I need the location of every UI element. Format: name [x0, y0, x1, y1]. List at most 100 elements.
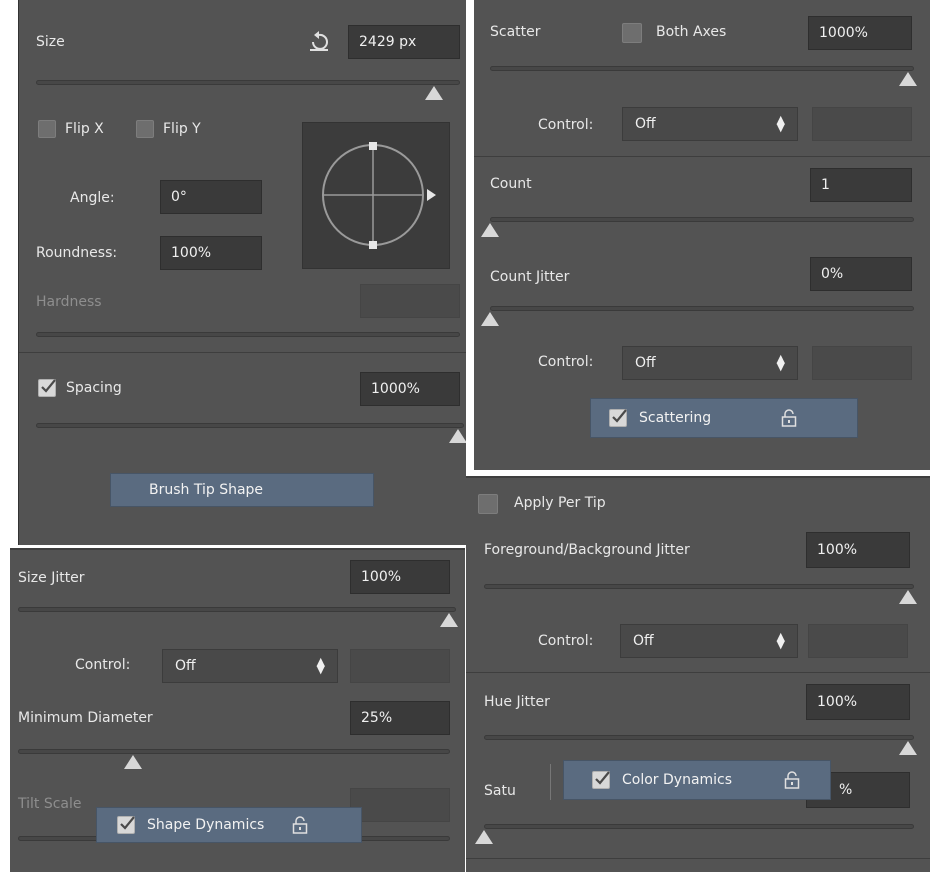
- shape-dynamics-checkbox[interactable]: [117, 816, 135, 834]
- updown-arrows-icon: ▲ ▼: [776, 352, 785, 373]
- hue-jitter-label: Hue Jitter: [484, 694, 550, 710]
- check-icon: [612, 409, 627, 423]
- apply-per-tip-checkbox[interactable]: [478, 494, 498, 514]
- size-jitter-slider-track[interactable]: [18, 607, 456, 612]
- lock-icon[interactable]: [781, 409, 797, 427]
- count-jitter-field[interactable]: 0%: [810, 257, 912, 291]
- size-field[interactable]: 2429 px: [348, 25, 460, 59]
- spacing-field[interactable]: 1000%: [360, 372, 460, 406]
- brush-tip-shape-tag[interactable]: Brush Tip Shape: [110, 473, 374, 507]
- color-dynamics-tag-label: Color Dynamics: [622, 772, 733, 788]
- check-icon: [120, 816, 135, 830]
- size-jitter-field[interactable]: 100%: [350, 560, 450, 594]
- shape-dynamics-tag-label: Shape Dynamics: [147, 817, 265, 833]
- saturation-slider-thumb[interactable]: [475, 830, 493, 844]
- count-control-select[interactable]: Off ▲ ▼: [622, 346, 798, 380]
- tilt-scale-field: [350, 788, 450, 822]
- left-edge: [18, 0, 19, 545]
- scattering-checkbox[interactable]: [609, 409, 627, 427]
- updown-arrows-icon: ▲ ▼: [316, 655, 325, 676]
- count-jitter-label: Count Jitter: [490, 269, 570, 285]
- color-dynamics-checkbox[interactable]: [592, 771, 610, 789]
- brush-tip-shape-tag-label: Brush Tip Shape: [149, 482, 264, 498]
- hardness-label: Hardness: [36, 294, 102, 310]
- spacing-checkbox[interactable]: [38, 379, 56, 397]
- saturation-slider-track[interactable]: [484, 824, 914, 829]
- count-label: Count: [490, 176, 532, 192]
- count-control-extra-field: [812, 346, 912, 380]
- flip-x-label: Flip X: [65, 121, 104, 137]
- spacing-slider-track[interactable]: [36, 423, 464, 428]
- flip-y-label: Flip Y: [163, 121, 201, 137]
- fg-bg-jitter-label: Foreground/Background Jitter: [484, 542, 690, 558]
- hardness-field: [360, 284, 460, 318]
- scatter-control-select[interactable]: Off ▲ ▼: [622, 107, 798, 141]
- count-jitter-slider-track[interactable]: [490, 306, 914, 311]
- lock-icon[interactable]: [292, 816, 308, 834]
- scatter-control-label: Control:: [538, 117, 594, 133]
- size-slider-thumb[interactable]: [425, 86, 443, 100]
- minimum-diameter-slider-track[interactable]: [18, 749, 450, 754]
- divider: [550, 764, 551, 800]
- lock-icon[interactable]: [784, 771, 800, 789]
- roundness-label: Roundness:: [36, 245, 118, 261]
- count-control-select-value: Off: [635, 355, 656, 371]
- minimum-diameter-label: Minimum Diameter: [18, 710, 153, 726]
- scatter-control-select-value: Off: [635, 116, 656, 132]
- updown-arrows-icon: ▲ ▼: [776, 113, 785, 134]
- angle-roundness-preview[interactable]: [302, 122, 450, 269]
- scattering-tag-label: Scattering: [639, 410, 712, 426]
- saturation-label: Satu: [484, 783, 516, 799]
- hue-jitter-slider-thumb[interactable]: [899, 741, 917, 755]
- angle-label: Angle:: [70, 190, 115, 206]
- size-jitter-label: Size Jitter: [18, 570, 85, 586]
- fg-bg-jitter-field[interactable]: 100%: [806, 532, 910, 568]
- spacing-slider-thumb[interactable]: [449, 429, 466, 443]
- control-label: Control:: [75, 657, 131, 673]
- count-jitter-slider-thumb[interactable]: [481, 312, 499, 326]
- control-select-value: Off: [175, 658, 196, 674]
- divider: [474, 156, 930, 157]
- shape-dynamics-panel: Size Jitter 100% Control: Off ▲ ▼ Minimum…: [10, 548, 465, 872]
- reset-size-icon[interactable]: [308, 30, 330, 58]
- hue-jitter-slider-track[interactable]: [484, 735, 914, 740]
- fg-bg-jitter-slider-track[interactable]: [484, 584, 914, 589]
- scatter-slider-track[interactable]: [490, 66, 914, 71]
- flip-y-checkbox[interactable]: [136, 120, 154, 138]
- hardness-slider-track: [36, 332, 460, 337]
- minimum-diameter-field[interactable]: 25%: [350, 701, 450, 735]
- control-select[interactable]: Off ▲ ▼: [162, 649, 338, 683]
- fg-bg-control-extra-field: [808, 624, 908, 658]
- color-dynamics-panel: Apply Per Tip Foreground/Background Jitt…: [466, 476, 930, 872]
- brush-tip-shape-panel: Size 2429 px Flip X Flip Y Angle: 0° Rou…: [18, 0, 466, 545]
- hue-jitter-field[interactable]: 100%: [806, 684, 910, 720]
- count-slider-thumb[interactable]: [481, 223, 499, 237]
- flip-x-checkbox[interactable]: [38, 120, 56, 138]
- fg-bg-control-label: Control:: [538, 633, 594, 649]
- scattering-tag[interactable]: Scattering: [590, 398, 858, 438]
- fg-bg-jitter-slider-thumb[interactable]: [899, 590, 917, 604]
- scattering-panel: Scatter Both Axes 1000% Control: Off ▲ ▼ …: [474, 0, 930, 470]
- spacing-label: Spacing: [66, 380, 122, 396]
- scatter-control-extra-field: [812, 107, 912, 141]
- color-dynamics-tag[interactable]: Color Dynamics: [563, 760, 831, 800]
- angle-field[interactable]: 0°: [160, 180, 262, 214]
- size-slider-track[interactable]: [36, 80, 460, 85]
- shape-dynamics-tag[interactable]: Shape Dynamics: [96, 807, 362, 843]
- both-axes-checkbox[interactable]: [622, 23, 642, 43]
- fg-bg-control-select[interactable]: Off ▲ ▼: [620, 624, 798, 658]
- size-jitter-slider-thumb[interactable]: [440, 613, 458, 627]
- check-icon: [41, 379, 56, 393]
- count-slider-track[interactable]: [490, 217, 914, 222]
- divider: [466, 672, 930, 673]
- tilt-scale-label: Tilt Scale: [18, 796, 82, 812]
- minimum-diameter-slider-thumb[interactable]: [124, 755, 142, 769]
- size-label: Size: [36, 34, 65, 50]
- scatter-field[interactable]: 1000%: [808, 16, 912, 50]
- check-icon: [595, 771, 610, 785]
- scatter-slider-thumb[interactable]: [899, 72, 917, 86]
- roundness-field[interactable]: 100%: [160, 236, 262, 270]
- count-field[interactable]: 1: [810, 168, 912, 202]
- scatter-label: Scatter: [490, 24, 541, 40]
- fg-bg-control-select-value: Off: [633, 633, 654, 649]
